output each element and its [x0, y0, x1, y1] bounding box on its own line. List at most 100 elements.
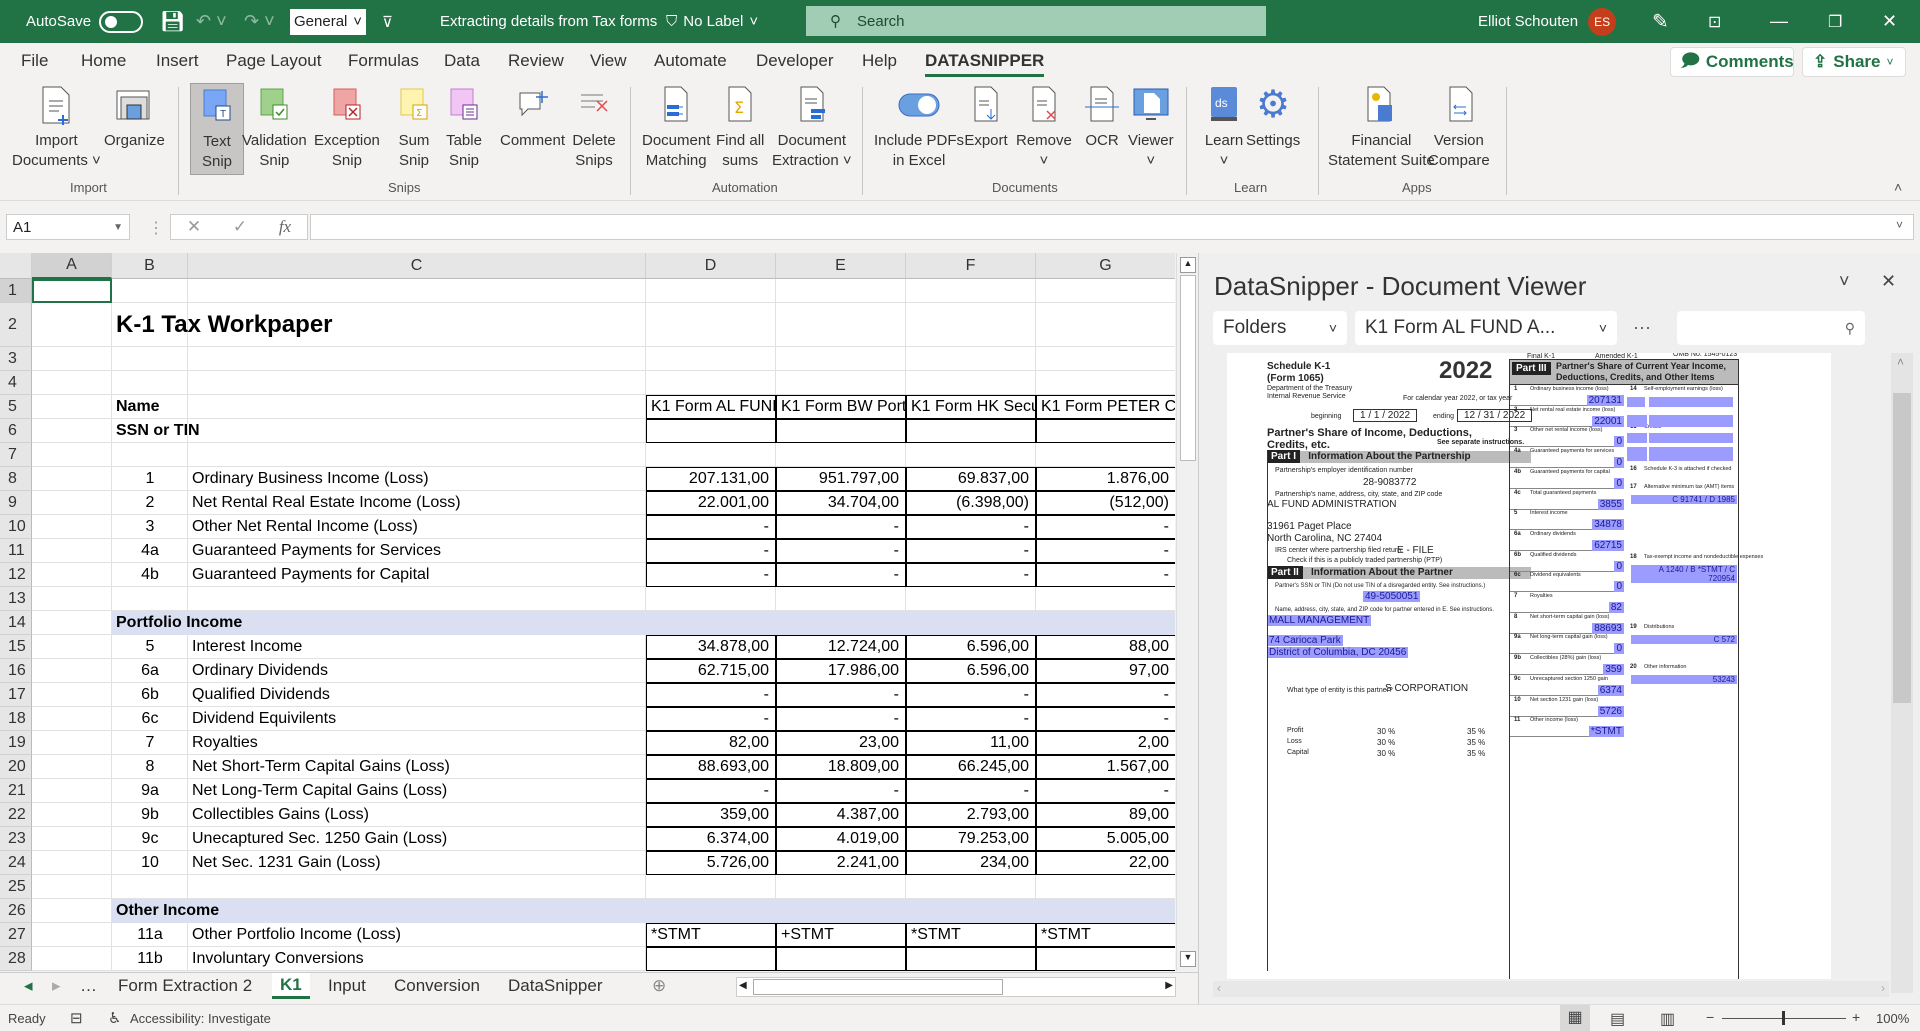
value-cell[interactable]: 18.809,00	[776, 755, 906, 779]
value-cell[interactable]: -	[906, 683, 1036, 707]
line-label-cell[interactable]: Guaranteed Payments for Services	[188, 539, 445, 563]
value-cell[interactable]: -	[1036, 779, 1175, 803]
value-cell[interactable]: 4.019,00	[776, 827, 906, 851]
document-dropdown[interactable]: K1 Form AL FUND A... ˅	[1355, 311, 1617, 345]
tab-page-layout[interactable]: Page Layout	[226, 51, 321, 71]
vertical-scrollbar[interactable]: ▲ ▼	[1176, 253, 1198, 971]
text-snip-button[interactable]: T Text Snip	[190, 83, 244, 175]
accessibility-status[interactable]: Accessibility: Investigate	[130, 1011, 271, 1026]
value-cell[interactable]	[776, 947, 906, 971]
value-cell[interactable]: -	[776, 779, 906, 803]
chevron-down-icon[interactable]: ˅	[1839, 271, 1850, 292]
line-label-cell[interactable]: Interest Income	[188, 635, 306, 659]
version-compare-button[interactable]: Version Compare	[1428, 83, 1490, 171]
line-code-cell[interactable]: 11a	[112, 923, 188, 947]
line-code-cell[interactable]: 7	[112, 731, 188, 755]
value-cell[interactable]: *STMT	[646, 923, 776, 947]
k1-box-value-snip[interactable]: 0	[1614, 560, 1624, 572]
value-cell[interactable]: -	[776, 683, 906, 707]
value-cell[interactable]: *STMT	[906, 923, 1036, 947]
settings-button[interactable]: ⚙ Settings	[1246, 83, 1300, 151]
k1-box-value-snip[interactable]: 22001	[1592, 415, 1624, 427]
ssn-value-cell[interactable]	[1036, 419, 1175, 443]
horizontal-scrollbar[interactable]: ◀ ▶	[736, 977, 1176, 997]
value-cell[interactable]: 12.724,00	[776, 635, 906, 659]
import-documents-button[interactable]: Import Documents ˅	[12, 83, 101, 171]
row-header-2[interactable]: 2	[0, 303, 32, 347]
select-all-corner[interactable]	[0, 253, 32, 279]
row-header-10[interactable]: 10	[0, 515, 32, 539]
ocr-button[interactable]: OCR	[1080, 83, 1124, 151]
organize-button[interactable]: Organize	[104, 83, 165, 151]
row-header-21[interactable]: 21	[0, 779, 32, 803]
add-sheet-icon[interactable]: ⊕	[644, 973, 674, 999]
more-sheets-icon[interactable]: …	[72, 973, 105, 999]
form-header-cell[interactable]: K1 Form AL FUND	[646, 395, 776, 419]
viewer-button[interactable]: Viewer ˅	[1128, 83, 1174, 171]
comments-button[interactable]: 🗩︎ Comments	[1670, 47, 1794, 77]
value-cell[interactable]: -	[776, 539, 906, 563]
tab-file[interactable]: File	[21, 51, 48, 71]
column-header-d[interactable]: D	[646, 253, 776, 279]
empty-snip-highlight[interactable]	[1627, 433, 1647, 443]
row-header-9[interactable]: 9	[0, 491, 32, 515]
value-cell[interactable]: 6.596,00	[906, 659, 1036, 683]
line-label-cell[interactable]: Net Short-Term Capital Gains (Loss)	[188, 755, 454, 779]
name-label-cell[interactable]: Name	[112, 395, 164, 419]
line-label-cell[interactable]: Net Rental Real Estate Income (Loss)	[188, 491, 465, 515]
row-header-8[interactable]: 8	[0, 467, 32, 491]
zoom-slider-thumb[interactable]	[1782, 1011, 1785, 1025]
page-break-view-icon[interactable]: ▥	[1660, 1009, 1675, 1029]
k1-box-value-snip[interactable]: 0	[1614, 581, 1624, 593]
value-cell[interactable]: 89,00	[1036, 803, 1175, 827]
k1-box-value-snip[interactable]: 5726	[1597, 705, 1624, 717]
scroll-up-arrow[interactable]: ▲	[1180, 257, 1196, 273]
tab-data[interactable]: Data	[444, 51, 480, 71]
exception-snip-button[interactable]: Exception Snip	[314, 83, 380, 171]
row-header-23[interactable]: 23	[0, 827, 32, 851]
line-code-cell[interactable]: 2	[112, 491, 188, 515]
collapse-ribbon-icon[interactable]: ˄	[1894, 179, 1902, 195]
line-label-cell[interactable]: Unecaptured Sec. 1250 Gain (Loss)	[188, 827, 451, 851]
value-cell[interactable]: -	[776, 515, 906, 539]
value-cell[interactable]	[1036, 947, 1175, 971]
row-header-4[interactable]: 4	[0, 371, 32, 395]
value-cell[interactable]: -	[906, 563, 1036, 587]
worksheet-grid[interactable]: A B C D E F G 1 2 3 4 5 6 7 8 9 10 11 12 13 14 15 16 17 18 19 20 21…	[0, 253, 1175, 971]
expand-formula-icon[interactable]: ˅	[1896, 218, 1903, 232]
value-cell[interactable]: 69.837,00	[906, 467, 1036, 491]
value-cell[interactable]: -	[1036, 539, 1175, 563]
value-cell[interactable]: 6.374,00	[646, 827, 776, 851]
value-cell[interactable]: -	[646, 779, 776, 803]
value-cell[interactable]: 1.567,00	[1036, 755, 1175, 779]
k1-box-value-snip[interactable]: 53243	[1631, 675, 1737, 684]
value-cell[interactable]: 2,00	[1036, 731, 1175, 755]
empty-snip-highlight[interactable]	[1627, 397, 1645, 407]
k1-box-value-snip[interactable]: 82	[1608, 602, 1624, 613]
form-header-cell[interactable]: K1 Form PETER C	[1036, 395, 1175, 419]
financial-statement-suite-button[interactable]: Financial Statement Suite	[1328, 83, 1435, 171]
sheet-tab-input[interactable]: Input	[320, 973, 374, 999]
value-cell[interactable]: -	[646, 539, 776, 563]
sheet-tab-k1[interactable]: K1	[272, 973, 310, 999]
number-format-select[interactable]: General ˅	[290, 0, 366, 43]
k1-box-value-snip[interactable]: *STMT	[1588, 726, 1624, 738]
value-cell[interactable]: 34.704,00	[776, 491, 906, 515]
row-header-22[interactable]: 22	[0, 803, 32, 827]
value-cell[interactable]: 82,00	[646, 731, 776, 755]
value-cell[interactable]: -	[776, 563, 906, 587]
value-cell[interactable]: -	[776, 707, 906, 731]
formula-input[interactable]	[310, 214, 1914, 240]
empty-snip-highlight[interactable]	[1627, 415, 1647, 427]
value-cell[interactable]: 234,00	[906, 851, 1036, 875]
value-cell[interactable]: -	[906, 539, 1036, 563]
empty-snip-highlight[interactable]	[1649, 447, 1733, 461]
close-pane-icon[interactable]: ✕	[1881, 271, 1896, 292]
tab-insert[interactable]: Insert	[156, 51, 199, 71]
value-cell[interactable]: 951.797,00	[776, 467, 906, 491]
viewer-scrollbar[interactable]: ˄	[1891, 353, 1913, 993]
k1-box-value-snip[interactable]: 0	[1614, 436, 1624, 448]
value-cell[interactable]: 34.878,00	[646, 635, 776, 659]
row-header-6[interactable]: 6	[0, 419, 32, 443]
value-cell[interactable]: 11,00	[906, 731, 1036, 755]
